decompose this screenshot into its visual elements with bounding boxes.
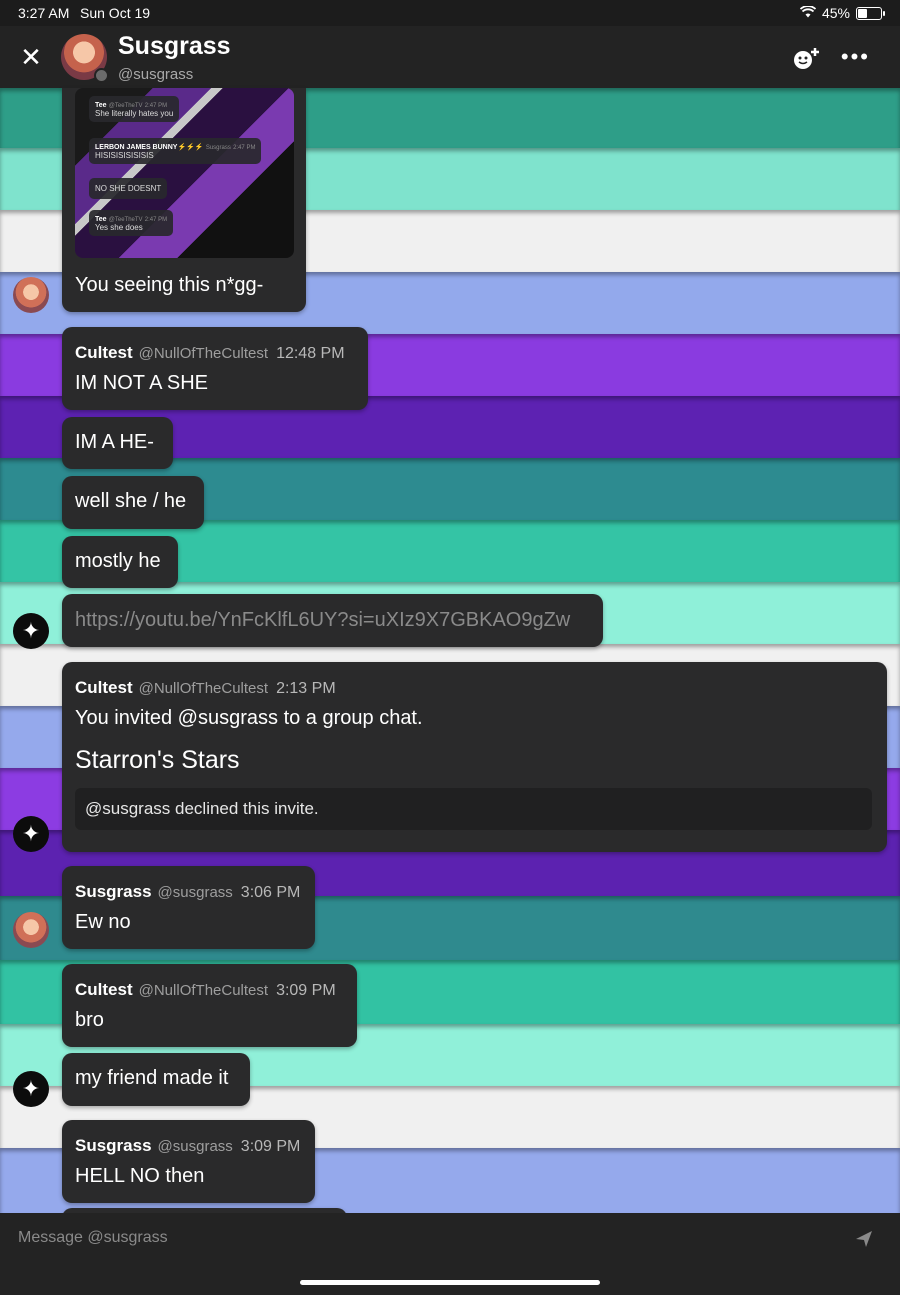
message-text: bro: [75, 1009, 104, 1031]
avatar[interactable]: ✦: [13, 613, 49, 649]
message-bubble[interactable]: Cultest @NullOfTheCultest 12:48 PM IM NOT …: [62, 327, 368, 410]
more-icon[interactable]: •••: [841, 44, 870, 70]
message-handle: @susgrass: [157, 884, 233, 901]
message-author[interactable]: Susgrass: [75, 1136, 152, 1155]
attachment-message: Tee @TeeTheTV 2:47 PM Yes she does: [89, 210, 174, 236]
message-handle: @NullOfTheCultest: [138, 345, 269, 362]
group-name[interactable]: Starron's Stars: [75, 746, 240, 775]
message-timestamp: 3:06 PM: [240, 884, 301, 901]
avatar[interactable]: ✦: [13, 1071, 49, 1107]
battery-percent: 45%: [821, 5, 850, 21]
message-author[interactable]: Cultest: [75, 980, 133, 999]
message-bubble[interactable]: IM A HE-: [62, 417, 173, 469]
header-handle: @susgrass: [118, 66, 194, 83]
message-handle: @NullOfTheCultest: [138, 680, 269, 697]
header-name: Susgrass: [118, 32, 231, 60]
message-text: IM A HE-: [75, 431, 154, 453]
attachment-message: NO SHE DOESNT: [89, 178, 168, 199]
message-timestamp: 12:48 PM: [276, 345, 345, 362]
status-time: 3:27 AM: [18, 5, 70, 21]
avatar[interactable]: [13, 277, 49, 313]
invite-status-box: @susgrass declined this invite.: [75, 788, 872, 830]
message-author[interactable]: Susgrass: [75, 882, 152, 901]
message-timestamp: 2:13 PM: [276, 680, 336, 697]
message-bubble[interactable]: https://youtu.be/YnFcKlfL6UY?si=uXIz9X7G…: [62, 594, 603, 647]
message-timestamp: 3:09 PM: [240, 1138, 301, 1155]
image-attachment[interactable]: Tee @TeeTheTV 2:47 PM She literally hate…: [75, 88, 294, 258]
message-text: HELL NO then: [75, 1165, 205, 1187]
presence-indicator: [94, 68, 109, 83]
avatar[interactable]: ✦: [13, 816, 49, 852]
message-bubble[interactable]: Cultest @NullOfTheCultest 3:09 PM bro: [62, 964, 357, 1047]
message-text: You invited @susgrass to a group chat.: [75, 707, 423, 729]
chat-header: ✕ Susgrass @susgrass •••: [0, 26, 900, 88]
message-bubble[interactable]: Susgrass @susgrass 3:09 PM HELL NO then: [62, 1120, 315, 1203]
message-author[interactable]: Cultest: [75, 343, 133, 362]
message-author[interactable]: Cultest: [75, 678, 133, 697]
message-timestamp: 3:09 PM: [276, 982, 336, 999]
message-handle: @NullOfTheCultest: [138, 982, 269, 999]
add-friend-icon[interactable]: [792, 46, 822, 70]
message-handle: @susgrass: [157, 1138, 233, 1155]
message-bubble[interactable]: Susgrass @susgrass 3:06 PM Ew no: [62, 866, 315, 949]
battery-icon: [856, 6, 885, 20]
attachment-message: Tee @TeeTheTV 2:47 PM She literally hate…: [89, 96, 180, 122]
send-icon[interactable]: [854, 1229, 874, 1255]
status-date: Sun Oct 19: [80, 5, 151, 21]
message-text: well she / he: [75, 490, 187, 512]
message-bubble[interactable]: well she / he: [62, 476, 204, 529]
home-indicator: [300, 1280, 600, 1285]
message-text: my friend made it: [75, 1067, 229, 1089]
message-text: IM NOT A SHE: [75, 372, 208, 394]
message-text: You seeing this n*gg-: [75, 274, 264, 296]
message-text: Ew no: [75, 911, 131, 933]
message-input[interactable]: Message @susgrass: [18, 1229, 168, 1247]
message-bubble[interactable]: my friend made it: [62, 1053, 250, 1106]
wifi-icon: [799, 5, 817, 21]
close-icon[interactable]: ✕: [18, 44, 44, 70]
status-bar: 3:27 AM Sun Oct 19 45%: [0, 0, 900, 26]
avatar[interactable]: [13, 912, 49, 948]
message-text: mostly he: [75, 550, 161, 572]
invite-status: @susgrass declined this invite.: [85, 799, 319, 818]
message-composer: Message @susgrass: [0, 1213, 900, 1295]
message-link[interactable]: https://youtu.be/YnFcKlfL6UY?si=uXIz9X7G…: [75, 609, 570, 632]
message-bubble[interactable]: mostly he: [62, 536, 178, 588]
attachment-message: LERBON JAMES BUNNY⚡⚡⚡ Susgrass 2:47 PM H…: [89, 138, 262, 164]
